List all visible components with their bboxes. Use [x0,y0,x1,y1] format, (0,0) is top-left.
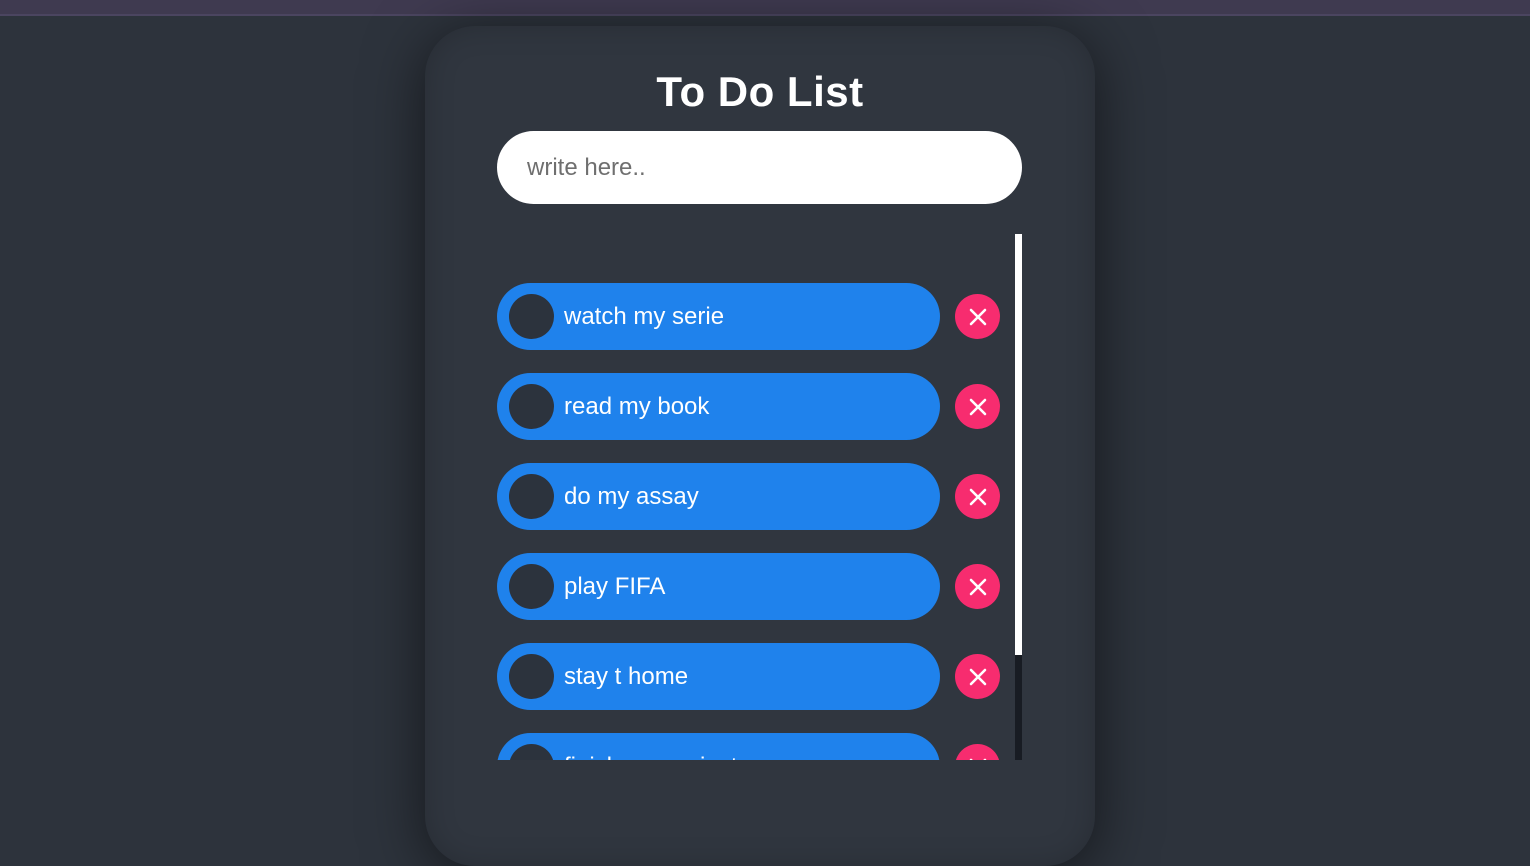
todo-item: watch my serie [497,283,1022,350]
todo-item: finish my project [497,733,1022,760]
circle-checkbox-icon[interactable] [509,744,554,760]
circle-checkbox-icon[interactable] [509,294,554,339]
delete-button[interactable] [955,564,1000,609]
close-icon [969,488,986,505]
todo-item-body[interactable]: finish my project [497,733,940,760]
window-top-bar [0,0,1530,16]
todo-card: To Do List watch my serie read my book [425,26,1095,866]
delete-button[interactable] [955,294,1000,339]
todo-item-body[interactable]: stay t home [497,643,940,710]
scrollbar[interactable] [1015,234,1022,760]
todo-input[interactable] [497,131,1022,204]
todo-item-label: watch my serie [564,303,725,330]
todo-item-body[interactable]: read my book [497,373,940,440]
todo-item: play FIFA [497,553,1022,620]
delete-button[interactable] [955,744,1000,760]
circle-checkbox-icon[interactable] [509,654,554,699]
circle-checkbox-icon[interactable] [509,384,554,429]
todo-item-label: stay t home [564,663,689,690]
todo-item-label: play FIFA [564,573,666,600]
close-icon [969,758,986,760]
close-icon [969,578,986,595]
todo-item-label: read my book [564,393,710,420]
close-icon [969,668,986,685]
delete-button[interactable] [955,384,1000,429]
delete-button[interactable] [955,474,1000,519]
page-title: To Do List [656,68,864,115]
todo-item: stay t home [497,643,1022,710]
circle-checkbox-icon[interactable] [509,564,554,609]
scrollbar-thumb[interactable] [1015,234,1022,655]
todo-list: watch my serie read my book do my assay … [497,234,1022,760]
todo-item: read my book [497,373,1022,440]
todo-item-label: do my assay [564,483,699,510]
close-icon [969,308,986,325]
todo-item-label: finish my project [564,733,737,760]
todo-item: do my assay [497,463,1022,530]
todo-item-body[interactable]: do my assay [497,463,940,530]
delete-button[interactable] [955,654,1000,699]
circle-checkbox-icon[interactable] [509,474,554,519]
todo-item-body[interactable]: watch my serie [497,283,940,350]
todo-item-body[interactable]: play FIFA [497,553,940,620]
close-icon [969,398,986,415]
